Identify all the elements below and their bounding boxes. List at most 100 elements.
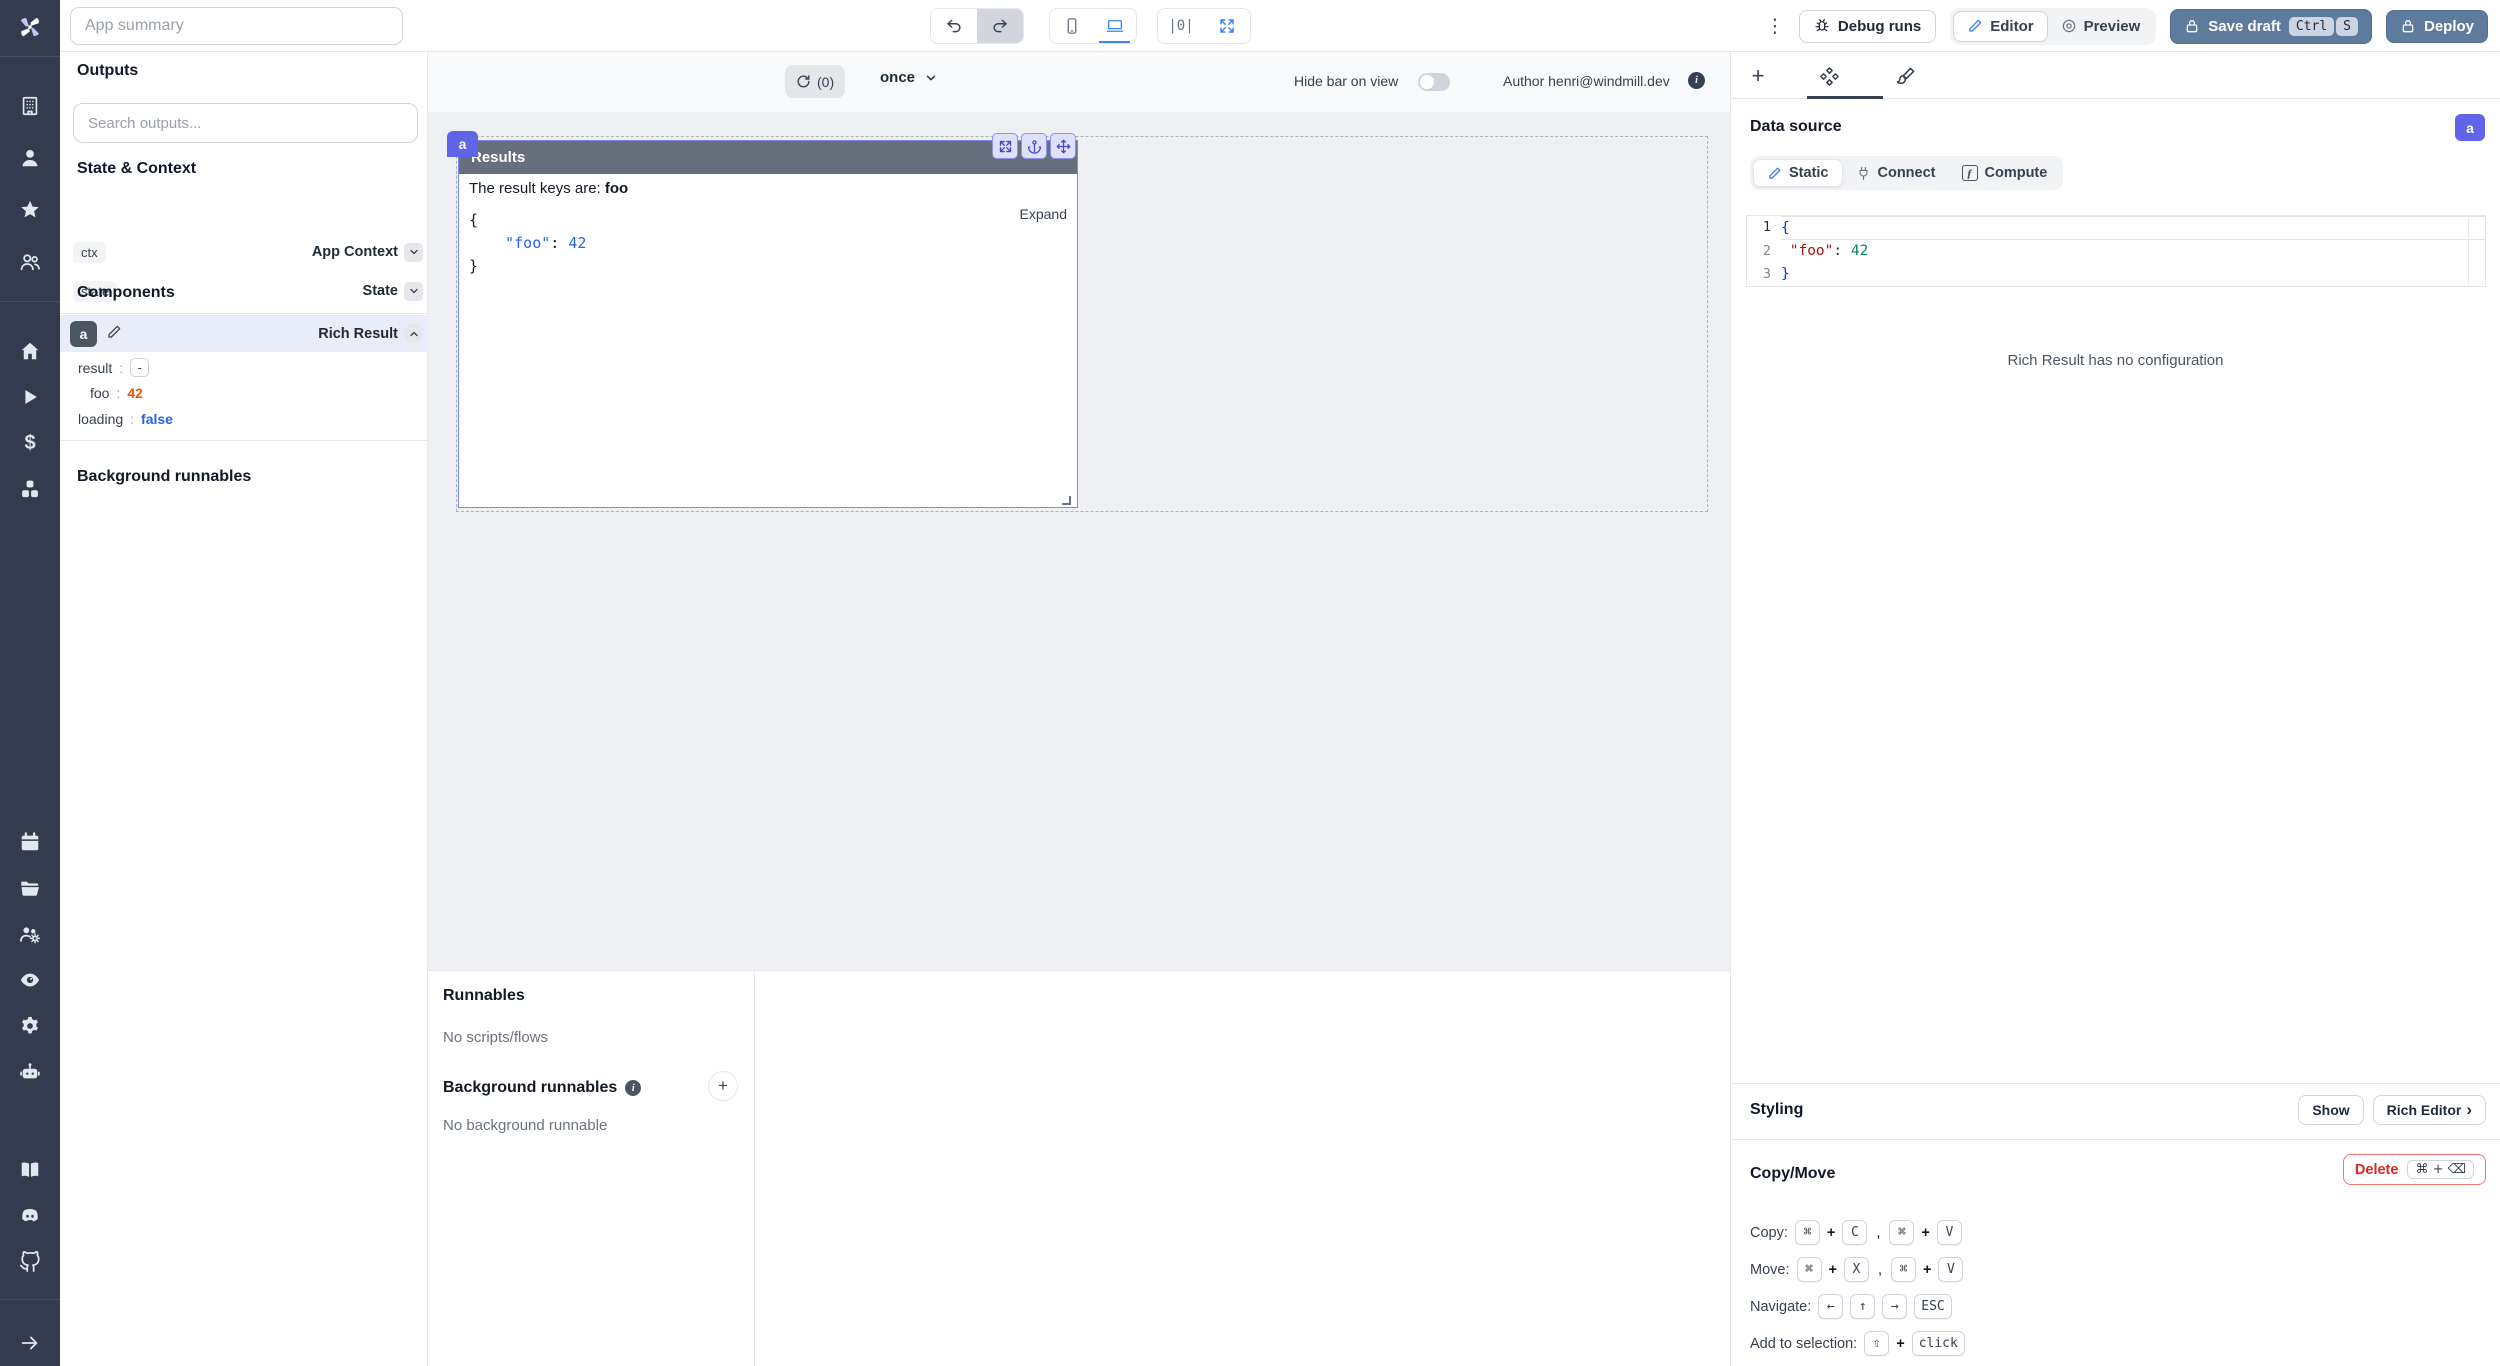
background-runnables-heading: Background runnables i: [443, 1079, 641, 1097]
plus-icon: +: [1752, 63, 1765, 89]
collapse-result-button[interactable]: -: [130, 358, 149, 377]
schedule-dropdown[interactable]: once: [880, 69, 938, 86]
topbar-actions: ⋮ Debug runs Editor Preview Save draft C…: [1765, 7, 2488, 45]
expand-component-button[interactable]: [992, 133, 1018, 159]
undo-button[interactable]: [931, 9, 977, 43]
esc-kbd: ESC: [1914, 1294, 1951, 1319]
styling-title: Styling: [1750, 1101, 1803, 1119]
desktop-view-button[interactable]: [1093, 9, 1136, 43]
center-align-button[interactable]: |0|: [1158, 9, 1204, 43]
code-line: 2 "foo": 42: [1747, 240, 2485, 264]
settings-gear-icon[interactable]: [0, 1003, 60, 1049]
ai-robot-icon[interactable]: [0, 1049, 60, 1095]
info-icon[interactable]: i: [1688, 72, 1705, 89]
refresh-count-button[interactable]: (0): [785, 65, 845, 98]
workspace-icon[interactable]: [0, 83, 60, 129]
kebab-menu-icon[interactable]: ⋮: [1765, 15, 1785, 38]
info-icon[interactable]: i: [625, 1080, 641, 1096]
component-header[interactable]: Results: [459, 141, 1077, 174]
component-id-badge[interactable]: a: [70, 321, 97, 347]
insert-component-tab[interactable]: +: [1745, 63, 1771, 89]
active-tab-underline: [1807, 96, 1883, 99]
editor-scrollbar[interactable]: [2468, 216, 2485, 286]
bug-icon: [1814, 18, 1830, 34]
discord-icon[interactable]: [0, 1193, 60, 1239]
rich-result-component[interactable]: Results The result keys are: foo Expand …: [458, 140, 1078, 508]
undo-redo-group: [930, 8, 1024, 44]
component-collapse-button[interactable]: [404, 324, 423, 343]
move-component-button[interactable]: [1050, 133, 1076, 159]
mobile-view-button[interactable]: [1050, 9, 1093, 43]
state-expand-button[interactable]: [404, 282, 423, 301]
anchor-icon: [1027, 139, 1042, 154]
user-icon[interactable]: [0, 135, 60, 181]
cmd-kbd: ⌘: [1891, 1257, 1916, 1282]
lock-icon: [2184, 18, 2200, 34]
hide-bar-toggle[interactable]: [1418, 73, 1450, 91]
component-a-row[interactable]: a Rich Result: [60, 315, 428, 352]
ctx-row[interactable]: ctx App Context: [60, 238, 428, 266]
show-styling-button[interactable]: Show: [2298, 1095, 2363, 1125]
runs-play-icon[interactable]: [0, 374, 60, 420]
delete-component-button[interactable]: Delete ⌘ + ⌫: [2343, 1154, 2486, 1185]
workers-users-gear-icon[interactable]: [0, 911, 60, 957]
editor-tab[interactable]: Editor: [1953, 11, 2047, 42]
resources-boxes-icon[interactable]: [0, 466, 60, 512]
search-outputs-input[interactable]: [73, 103, 418, 143]
preview-eye-icon: [2061, 18, 2077, 34]
collapse-arrow-right-icon[interactable]: [0, 1320, 60, 1366]
resize-handle[interactable]: [1062, 496, 1071, 505]
ctx-key-chip[interactable]: ctx: [73, 242, 106, 263]
component-canvas-badge[interactable]: a: [447, 131, 478, 157]
lock-icon: [2400, 18, 2416, 34]
runnables-title: Runnables: [443, 987, 525, 1005]
debug-runs-button[interactable]: Debug runs: [1799, 10, 1936, 43]
rename-pencil-icon[interactable]: [106, 324, 122, 344]
canvas-toolbar: (0) once Hide bar on view Author henri@w…: [428, 52, 1730, 112]
rich-editor-button[interactable]: Rich Editor ›: [2373, 1095, 2486, 1125]
editor-center: (0) once Hide bar on view Author henri@w…: [428, 52, 1730, 1366]
sidebar-divider: [0, 301, 60, 302]
connect-mode-button[interactable]: Connect: [1843, 160, 1949, 186]
cmd-kbd: ⌘: [1889, 1220, 1914, 1245]
c-kbd: C: [1842, 1220, 1867, 1245]
compute-mode-button[interactable]: ƒ Compute: [1949, 160, 2061, 186]
variables-dollar-icon[interactable]: $: [0, 420, 60, 466]
paintbrush-icon: [1895, 66, 1916, 87]
audit-eye-icon[interactable]: [0, 957, 60, 1003]
app-canvas[interactable]: a Results The result keys are: foo: [428, 112, 1730, 970]
state-type-label: State: [363, 283, 398, 299]
save-draft-button[interactable]: Save draft CtrlS: [2170, 9, 2372, 44]
home-icon[interactable]: [0, 328, 60, 374]
github-icon[interactable]: [0, 1239, 60, 1285]
anchor-component-button[interactable]: [1021, 133, 1047, 159]
arrow-up-kbd: ↑: [1850, 1294, 1875, 1319]
outputs-title: Outputs: [77, 62, 138, 80]
fullscreen-button[interactable]: [1204, 9, 1250, 43]
delete-shortcut-kbd: ⌘ + ⌫: [2407, 1160, 2474, 1179]
ctx-expand-button[interactable]: [404, 243, 423, 262]
foo-key: foo: [90, 385, 109, 401]
styling-section: Styling Show Rich Editor ›: [1731, 1083, 2500, 1139]
deploy-button[interactable]: Deploy: [2386, 10, 2488, 43]
app-summary-input[interactable]: [70, 7, 403, 45]
component-id-badge[interactable]: a: [2455, 114, 2485, 141]
expand-json-link[interactable]: Expand: [1020, 206, 1067, 222]
folders-icon[interactable]: [0, 865, 60, 911]
styling-brush-tab[interactable]: [1892, 63, 1918, 89]
preview-tab[interactable]: Preview: [2048, 12, 2154, 41]
data-source-code-editor[interactable]: 1 { 2 "foo": 42 3 }: [1746, 215, 2486, 287]
pencil-icon: [1967, 18, 1983, 34]
schedules-calendar-icon[interactable]: [0, 819, 60, 865]
windmill-logo-icon[interactable]: [0, 0, 60, 54]
code-line: 1 {: [1747, 216, 2485, 240]
favorites-star-icon[interactable]: [0, 187, 60, 233]
static-mode-button[interactable]: Static: [1753, 159, 1843, 187]
component-diamonds-icon: [1819, 66, 1840, 87]
component-settings-tab[interactable]: [1816, 63, 1842, 89]
runnables-empty-label: No scripts/flows: [443, 1029, 548, 1046]
groups-icon[interactable]: [0, 239, 60, 285]
docs-book-icon[interactable]: [0, 1147, 60, 1193]
add-background-runnable-button[interactable]: +: [708, 1071, 738, 1101]
redo-button[interactable]: [977, 9, 1023, 43]
